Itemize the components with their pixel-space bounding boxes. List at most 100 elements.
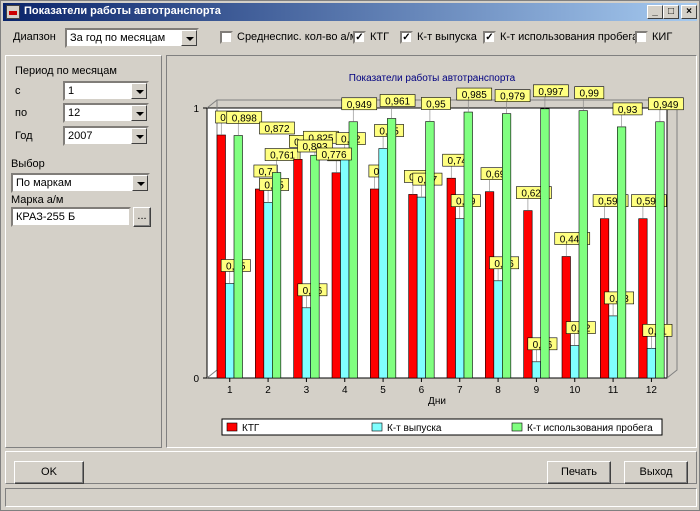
data-label: 0,95 (426, 100, 446, 111)
bar-ktg (216, 134, 226, 379)
bar-release (455, 218, 465, 379)
bar-mileage (233, 135, 243, 379)
bar-mileage (425, 121, 435, 379)
range-select[interactable]: За год по месяцам (65, 28, 199, 48)
close-button[interactable]: × (681, 5, 697, 19)
x-tick-label: 4 (342, 385, 348, 396)
period-label: Период по месяцам (15, 65, 117, 77)
chart-title: Показатели работы автотранспорта (349, 72, 516, 84)
browse-button[interactable]: ... (133, 207, 151, 227)
bar-mileage (272, 172, 282, 379)
ok-button[interactable]: OK (14, 461, 84, 484)
to-month-select[interactable]: 12 (63, 103, 149, 123)
kig-checkbox[interactable] (635, 31, 648, 44)
x-tick-label: 9 (534, 385, 540, 396)
x-tick-label: 10 (569, 385, 581, 396)
data-label: 0,872 (264, 124, 289, 135)
ktg-label: КТГ (370, 31, 390, 43)
chart-svg: Показатели работы автотранспорта0110,90,… (193, 72, 684, 436)
from-label: с (15, 85, 21, 97)
bar-mileage (540, 108, 550, 379)
minimize-button[interactable]: _ (647, 5, 663, 19)
chart-panel: Показатели работы автотранспорта0110,90,… (166, 55, 697, 448)
title-bar[interactable]: Показатели работы автотранспорта _ □ × (3, 3, 697, 21)
x-tick-label: 7 (457, 385, 463, 396)
bar-release (378, 148, 388, 379)
legend-label: КТГ (242, 423, 260, 434)
main-window: Показатели работы автотранспорта _ □ × Д… (0, 0, 700, 511)
legend-label: К-т использования пробега (527, 422, 653, 434)
from-month-select[interactable]: 1 (63, 81, 149, 101)
data-label: 0,7 (259, 167, 273, 178)
chevron-down-icon[interactable] (131, 105, 147, 121)
bar-ktg (523, 210, 533, 379)
bar-mileage (617, 126, 627, 379)
bar-release (608, 315, 618, 379)
x-tick-label: 3 (304, 385, 310, 396)
release-checkbox[interactable]: ✓ (400, 31, 413, 44)
bar-ktg (370, 188, 380, 379)
bar-ktg (293, 159, 303, 379)
data-label: 0,949 (653, 100, 678, 111)
maximize-button[interactable]: □ (663, 5, 679, 19)
x-tick-label: 12 (646, 385, 658, 396)
bar-release (263, 202, 273, 379)
plot-wall-edge (206, 99, 218, 109)
bar-mileage (578, 110, 588, 379)
to-label: по (15, 107, 28, 119)
bar-release (531, 361, 541, 379)
year-select[interactable]: 2007 (63, 126, 149, 146)
bar-ktg (408, 194, 418, 379)
data-label: 0,979 (500, 92, 525, 103)
bar-mileage (387, 118, 397, 379)
bar-ktg (446, 177, 456, 379)
x-tick-label: 6 (419, 385, 425, 396)
data-label: 0,949 (347, 100, 372, 111)
avg-count-checkbox[interactable] (220, 31, 233, 44)
bar-release (416, 196, 426, 379)
kig-label: КИГ (652, 31, 673, 43)
bar-mileage (502, 113, 512, 379)
chevron-down-icon[interactable] (131, 128, 147, 144)
legend-swatch (371, 422, 383, 432)
chevron-down-icon[interactable] (132, 175, 148, 191)
range-label: Диапзон (13, 31, 56, 43)
bar-mileage (655, 121, 665, 379)
mileage-checkbox[interactable]: ✓ (483, 31, 496, 44)
data-label: 0,99 (580, 89, 600, 100)
legend-swatch (226, 422, 238, 432)
x-tick-label: 1 (227, 385, 233, 396)
bar-release (225, 283, 235, 379)
chevron-down-icon[interactable] (181, 30, 197, 46)
brand-field[interactable]: КРАЗ-255 Б (11, 207, 131, 227)
print-button[interactable]: Печать (547, 461, 611, 484)
chevron-down-icon[interactable] (131, 83, 147, 99)
y-tick-label: 1 (193, 104, 199, 115)
data-label: 0,93 (618, 105, 638, 116)
x-tick-label: 2 (265, 385, 271, 396)
data-label: 0,961 (385, 97, 410, 108)
exit-button[interactable]: Выход (624, 461, 688, 484)
choice-label: Выбор (11, 158, 45, 170)
bar-release (301, 307, 311, 379)
brand-label: Марка а/м (11, 194, 64, 206)
x-tick-label: 11 (608, 385, 619, 396)
data-label: 0,997 (538, 87, 563, 98)
ktg-checkbox[interactable]: ✓ (353, 31, 366, 44)
x-axis-label: Дни (428, 396, 446, 407)
mileage-label: К-т использования пробега (500, 31, 639, 43)
y-tick-label: 0 (193, 374, 199, 385)
legend-label: К-т выпуска (387, 423, 442, 434)
x-tick-label: 5 (380, 385, 386, 396)
bar-mileage (310, 154, 320, 379)
bar-ktg (331, 172, 341, 379)
data-label: 0,898 (232, 114, 257, 125)
year-label: Год (15, 130, 33, 142)
data-label: 0,761 (270, 151, 295, 162)
avg-count-label: Среднеспис. кол-во а/м (237, 31, 358, 43)
bar-release (340, 156, 350, 379)
bar-mileage (463, 111, 473, 379)
data-label: 0,776 (321, 150, 346, 161)
choice-select[interactable]: По маркам (11, 173, 150, 193)
bar-ktg (485, 191, 495, 379)
